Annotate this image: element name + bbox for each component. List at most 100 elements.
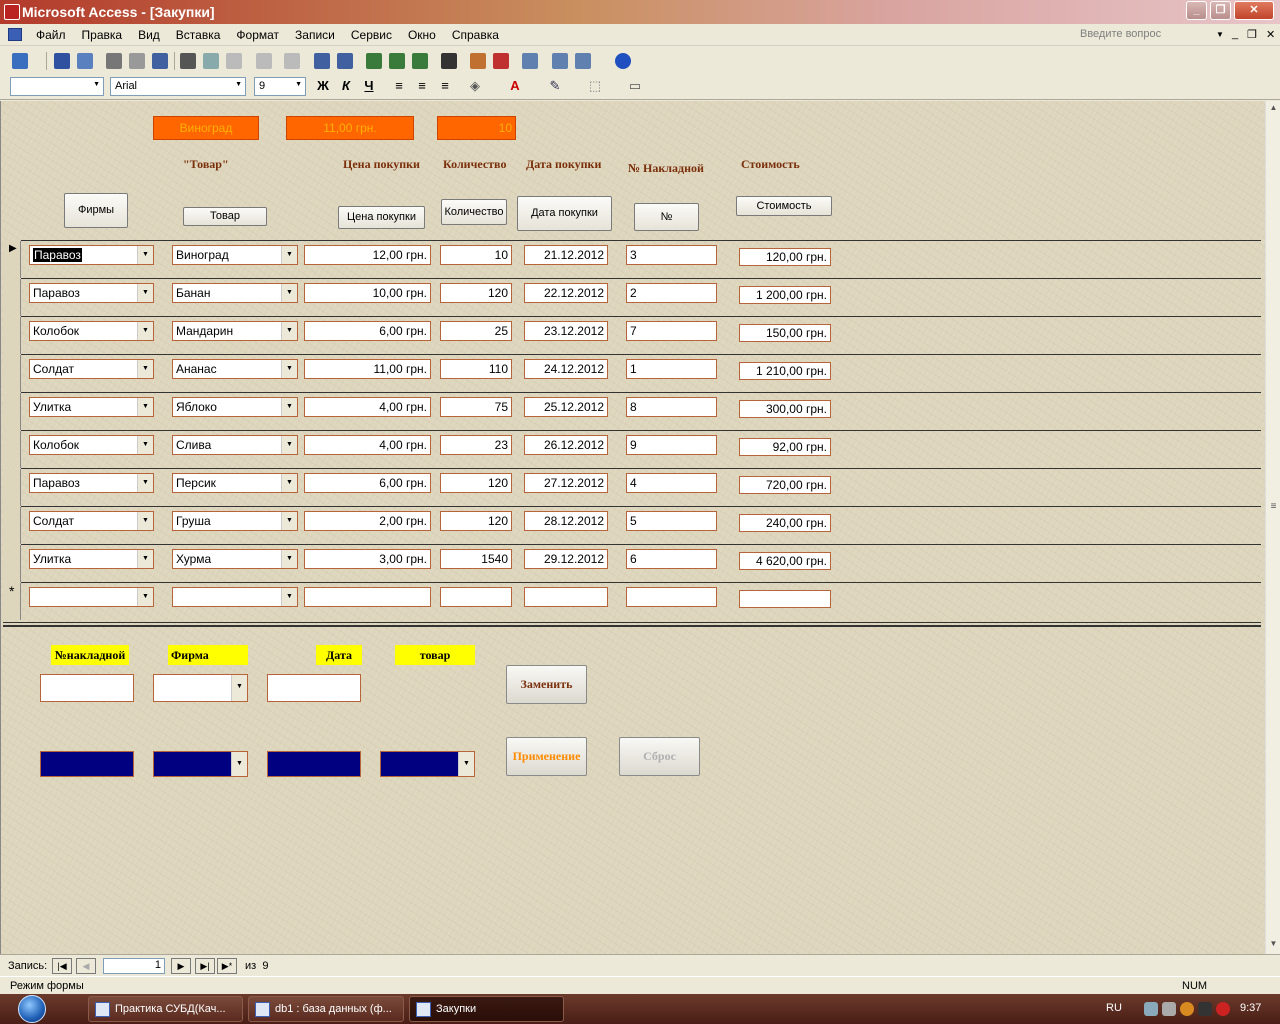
qty-field[interactable]: 1540 bbox=[440, 549, 512, 569]
price-field[interactable]: 6,00 грн. bbox=[304, 473, 431, 493]
product-combo[interactable]: ▼ bbox=[172, 587, 298, 607]
firm-combo[interactable]: Солдат ▼ bbox=[29, 359, 154, 379]
close-button[interactable]: ✕ bbox=[1234, 1, 1274, 20]
bold-button[interactable]: Ж bbox=[314, 78, 332, 96]
record-selector[interactable] bbox=[3, 545, 21, 582]
app-tray-icon[interactable] bbox=[1180, 1002, 1194, 1016]
menu-records[interactable]: Записи bbox=[295, 28, 335, 42]
record-selector[interactable] bbox=[3, 279, 21, 316]
record-selector[interactable] bbox=[3, 393, 21, 430]
date-field[interactable]: 26.12.2012 bbox=[524, 435, 608, 455]
menu-tools[interactable]: Сервис bbox=[351, 28, 392, 42]
invoice-field[interactable]: 6 bbox=[626, 549, 717, 569]
table-row[interactable]: Солдат ▼ Груша ▼ 2,00 грн. 120 28.12.2012 … bbox=[3, 506, 1261, 545]
invoice-field[interactable]: 9 bbox=[626, 435, 717, 455]
date-field[interactable]: 23.12.2012 bbox=[524, 321, 608, 341]
qty-field[interactable]: 10 bbox=[440, 245, 512, 265]
invoice-input[interactable] bbox=[40, 674, 134, 702]
insert-hyperlink-icon[interactable] bbox=[284, 53, 300, 69]
firms-button[interactable]: Фирмы bbox=[64, 193, 128, 228]
invoice-field[interactable]: 2 bbox=[626, 283, 717, 303]
qty-field[interactable]: 23 bbox=[440, 435, 512, 455]
table-row[interactable]: Улитка ▼ Хурма ▼ 3,00 грн. 1540 29.12.2012… bbox=[3, 544, 1261, 583]
last-record-icon[interactable]: ▶| bbox=[195, 958, 215, 974]
price-field[interactable]: 10,00 грн. bbox=[304, 283, 431, 303]
price-field[interactable]: 12,00 грн. bbox=[304, 245, 431, 265]
record-number-input[interactable]: 1 bbox=[103, 958, 165, 974]
product-combo[interactable]: Персик ▼ bbox=[172, 473, 298, 493]
sort-ascending-icon[interactable] bbox=[314, 53, 330, 69]
menu-edit[interactable]: Правка bbox=[82, 28, 123, 42]
language-indicator[interactable]: RU bbox=[1106, 1002, 1122, 1014]
mdi-restore-button[interactable]: ❐ bbox=[1247, 28, 1257, 41]
date-field[interactable]: 25.12.2012 bbox=[524, 397, 608, 417]
align-center-icon[interactable]: ≡ bbox=[413, 78, 431, 96]
product-filter-field[interactable]: ▼ bbox=[380, 751, 475, 777]
chevron-down-icon[interactable]: ▼ bbox=[1216, 30, 1224, 39]
replace-button[interactable]: Заменить bbox=[506, 665, 587, 704]
underline-button[interactable]: Ч bbox=[360, 78, 378, 96]
tools-icon[interactable] bbox=[1162, 1002, 1176, 1016]
date-field[interactable]: 21.12.2012 bbox=[524, 245, 608, 265]
invoice-field[interactable]: 3 bbox=[626, 245, 717, 265]
scroll-up-icon[interactable]: ▲ bbox=[1267, 103, 1280, 116]
table-row[interactable]: Паравоз ▼ Банан ▼ 10,00 грн. 120 22.12.201… bbox=[3, 278, 1261, 317]
menu-window[interactable]: Окно bbox=[408, 28, 436, 42]
print-preview-icon[interactable] bbox=[129, 53, 145, 69]
paste-icon[interactable] bbox=[226, 53, 242, 69]
price-field[interactable]: 4,00 грн. bbox=[304, 397, 431, 417]
search-file-icon[interactable] bbox=[77, 53, 93, 69]
sort-cost-button[interactable]: Стоимость bbox=[736, 196, 832, 216]
mdi-close-button[interactable]: ✕ bbox=[1266, 28, 1275, 41]
date-field[interactable]: 28.12.2012 bbox=[524, 511, 608, 531]
table-row[interactable]: ▶ Паравоз ▼ Виноград ▼ 12,00 грн. 10 21.12… bbox=[3, 240, 1261, 279]
border-width-icon[interactable]: ⬚ bbox=[586, 78, 604, 96]
view-icon[interactable] bbox=[12, 53, 28, 69]
date-filter-field[interactable] bbox=[267, 751, 361, 777]
qty-field[interactable] bbox=[440, 587, 512, 607]
record-selector[interactable] bbox=[3, 431, 21, 468]
table-row[interactable]: Колобок ▼ Слива ▼ 4,00 грн. 23 26.12.2012 … bbox=[3, 430, 1261, 469]
volume-icon[interactable] bbox=[1198, 1002, 1212, 1016]
network-icon[interactable] bbox=[1144, 1002, 1158, 1016]
ask-question-box[interactable]: Введите вопрос bbox=[1080, 28, 1220, 40]
product-combo[interactable]: Хурма ▼ bbox=[172, 549, 298, 569]
invoice-filter-field[interactable] bbox=[40, 751, 134, 777]
minimize-button[interactable]: _ bbox=[1186, 1, 1207, 20]
menu-insert[interactable]: Вставка bbox=[176, 28, 221, 42]
firm-combo[interactable]: Паравоз ▼ bbox=[29, 473, 154, 493]
delete-record-icon[interactable] bbox=[493, 53, 509, 69]
sort-qty-button[interactable]: Количество bbox=[441, 199, 507, 225]
antivirus-icon[interactable] bbox=[1216, 1002, 1230, 1016]
product-combo[interactable]: Слива ▼ bbox=[172, 435, 298, 455]
record-selector[interactable] bbox=[3, 507, 21, 544]
font-color-icon[interactable]: A bbox=[506, 78, 524, 96]
sort-tovar-button[interactable]: Товар bbox=[183, 207, 267, 226]
apply-button[interactable]: Применение bbox=[506, 737, 587, 776]
invoice-field[interactable]: 5 bbox=[626, 511, 717, 531]
price-field[interactable]: 4,00 грн. bbox=[304, 435, 431, 455]
database-window-icon[interactable] bbox=[552, 53, 568, 69]
table-row[interactable]: Колобок ▼ Мандарин ▼ 6,00 грн. 25 23.12.20… bbox=[3, 316, 1261, 355]
line-color-icon[interactable]: ✎ bbox=[546, 78, 564, 96]
new-record-icon[interactable] bbox=[470, 53, 486, 69]
product-combo[interactable]: Мандарин ▼ bbox=[172, 321, 298, 341]
sort-date-button[interactable]: Дата покупки bbox=[517, 196, 612, 231]
qty-field[interactable]: 120 bbox=[440, 511, 512, 531]
sort-invoice-button[interactable]: № bbox=[634, 203, 699, 231]
price-field[interactable]: 11,00 грн. bbox=[304, 359, 431, 379]
firm-combo[interactable]: Колобок ▼ bbox=[29, 435, 154, 455]
firm-filter-field[interactable]: ▼ bbox=[153, 751, 248, 777]
font-combo[interactable]: Arial ▼ bbox=[110, 77, 246, 96]
print-icon[interactable] bbox=[106, 53, 122, 69]
table-row[interactable]: Солдат ▼ Ананас ▼ 11,00 грн. 110 24.12.201… bbox=[3, 354, 1261, 393]
firm-combo[interactable]: ▼ bbox=[29, 587, 154, 607]
restore-button[interactable]: ❐ bbox=[1210, 1, 1231, 20]
align-right-icon[interactable]: ≡ bbox=[436, 78, 454, 96]
filter-by-form-icon[interactable] bbox=[389, 53, 405, 69]
undo-icon[interactable] bbox=[256, 53, 272, 69]
help-icon[interactable] bbox=[615, 53, 631, 69]
reset-button[interactable]: Сброс bbox=[619, 737, 700, 776]
prev-record-icon[interactable]: ◀ bbox=[76, 958, 96, 974]
date-field[interactable]: 22.12.2012 bbox=[524, 283, 608, 303]
